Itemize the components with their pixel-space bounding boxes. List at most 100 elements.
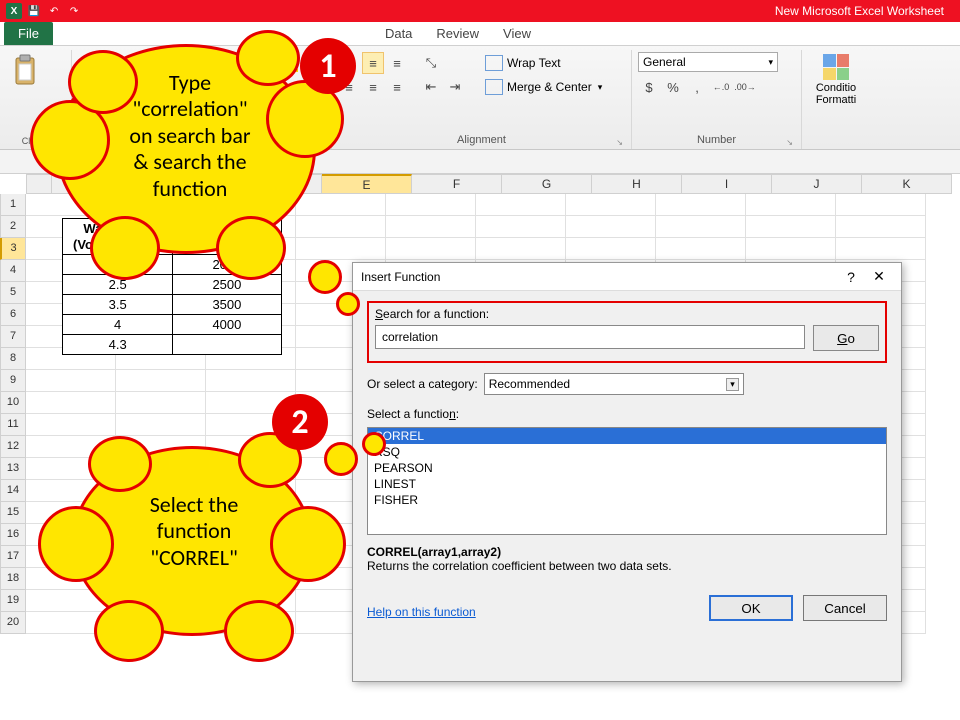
cell[interactable] [836, 216, 926, 238]
cancel-button[interactable]: Cancel [803, 595, 887, 621]
row-header[interactable]: 17 [0, 546, 26, 568]
orientation-icon[interactable]: ⤡ [420, 52, 442, 74]
merge-center-label: Merge & Center [507, 80, 592, 94]
group-alignment-label: Alignment [338, 132, 625, 149]
row-header[interactable]: 6 [0, 304, 26, 326]
table-row: 44000 [63, 315, 282, 335]
list-item[interactable]: PEARSON [368, 460, 886, 476]
decrease-decimal-icon[interactable]: .00→ [734, 76, 756, 98]
row-header[interactable]: 12 [0, 436, 26, 458]
col-header[interactable]: K [862, 174, 952, 194]
callout-2-badge: 2 [272, 394, 328, 450]
increase-indent-icon[interactable]: ⇥ [444, 76, 466, 98]
row-header[interactable]: 13 [0, 458, 26, 480]
list-item[interactable]: RSQ [368, 444, 886, 460]
cell[interactable] [566, 216, 656, 238]
cell[interactable] [116, 392, 206, 414]
function-desc-text: Returns the correlation coefficient betw… [367, 559, 672, 573]
row-header[interactable]: 16 [0, 524, 26, 546]
close-icon[interactable]: ✕ [865, 268, 893, 285]
comma-icon[interactable]: , [686, 76, 708, 98]
cell[interactable] [746, 216, 836, 238]
cell[interactable] [206, 370, 296, 392]
cell[interactable] [476, 194, 566, 216]
undo-icon[interactable]: ↶ [46, 3, 62, 19]
cell[interactable] [386, 216, 476, 238]
cell[interactable] [836, 238, 926, 260]
group-number-label: Number [638, 132, 795, 149]
col-header[interactable]: J [772, 174, 862, 194]
search-input[interactable] [375, 325, 805, 349]
cell[interactable] [656, 194, 746, 216]
search-label: Search for a function: [375, 307, 879, 321]
col-header[interactable]: G [502, 174, 592, 194]
row-header[interactable]: 9 [0, 370, 26, 392]
tab-view[interactable]: View [491, 22, 543, 45]
tab-data[interactable]: Data [373, 22, 424, 45]
category-value: Recommended [489, 377, 570, 391]
decrease-indent-icon[interactable]: ⇤ [420, 76, 442, 98]
excel-window: X 💾 ↶ ↷ New Microsoft Excel Worksheet Fi… [0, 0, 960, 720]
align-center-icon[interactable]: ≡ [362, 76, 384, 98]
callout-2-tail [324, 442, 358, 476]
col-header[interactable]: I [682, 174, 772, 194]
align-middle-icon[interactable]: ≡ [362, 52, 384, 74]
cell[interactable] [746, 238, 836, 260]
cell[interactable] [836, 194, 926, 216]
number-format-select[interactable]: General ▾ [638, 52, 778, 72]
cell[interactable] [26, 370, 116, 392]
row-header[interactable]: 8 [0, 348, 26, 370]
go-button[interactable]: Go [813, 325, 879, 351]
conditional-formatting-button[interactable]: Conditio Formatti [808, 52, 864, 108]
category-select[interactable]: Recommended ▾ [484, 373, 744, 395]
cell[interactable] [476, 216, 566, 238]
cell[interactable] [566, 194, 656, 216]
cond-fmt-l2: Formatti [816, 94, 856, 106]
row-header[interactable]: 18 [0, 568, 26, 590]
cell[interactable] [746, 194, 836, 216]
list-item[interactable]: LINEST [368, 476, 886, 492]
list-item[interactable]: CORREL [368, 428, 886, 444]
dialog-title: Insert Function [361, 270, 837, 284]
cond-fmt-l1: Conditio [816, 82, 856, 94]
list-item[interactable]: FISHER [368, 492, 886, 508]
row-header[interactable]: 19 [0, 590, 26, 612]
currency-icon[interactable]: $ [638, 76, 660, 98]
conditional-formatting-icon [823, 54, 849, 80]
align-bottom-icon[interactable]: ≡ [386, 52, 408, 74]
table-row: 3.53500 [63, 295, 282, 315]
cell[interactable] [656, 216, 746, 238]
row-header[interactable]: 11 [0, 414, 26, 436]
help-icon[interactable]: ? [837, 269, 865, 285]
merge-center-button[interactable]: Merge & Center ▾ [478, 76, 609, 98]
increase-decimal-icon[interactable]: ←.0 [710, 76, 732, 98]
row-header[interactable]: 15 [0, 502, 26, 524]
function-syntax: CORREL(array1,array2) [367, 545, 501, 559]
cell[interactable] [386, 194, 476, 216]
align-right-icon[interactable]: ≡ [386, 76, 408, 98]
col-header[interactable]: F [412, 174, 502, 194]
cell[interactable] [566, 238, 656, 260]
row-header[interactable]: 10 [0, 392, 26, 414]
wrap-text-button[interactable]: Wrap Text [478, 52, 609, 74]
cell[interactable] [656, 238, 746, 260]
save-icon[interactable]: 💾 [26, 3, 42, 19]
cell[interactable] [386, 238, 476, 260]
function-listbox[interactable]: CORREL RSQ PEARSON LINEST FISHER [367, 427, 887, 535]
redo-icon[interactable]: ↷ [66, 3, 82, 19]
cell[interactable] [26, 392, 116, 414]
row-header[interactable]: 14 [0, 480, 26, 502]
cell[interactable] [476, 238, 566, 260]
percent-icon[interactable]: % [662, 76, 684, 98]
row-header[interactable]: 7 [0, 326, 26, 348]
group-styles: Conditio Formatti . [802, 50, 882, 149]
row-header[interactable]: 5 [0, 282, 26, 304]
wrap-text-icon [485, 55, 503, 71]
col-header[interactable]: H [592, 174, 682, 194]
cell[interactable] [116, 370, 206, 392]
row-header[interactable]: 20 [0, 612, 26, 634]
help-link[interactable]: Help on this function [367, 605, 476, 619]
tab-review[interactable]: Review [424, 22, 491, 45]
callout-1-tail [336, 292, 360, 316]
ok-button[interactable]: OK [709, 595, 793, 621]
